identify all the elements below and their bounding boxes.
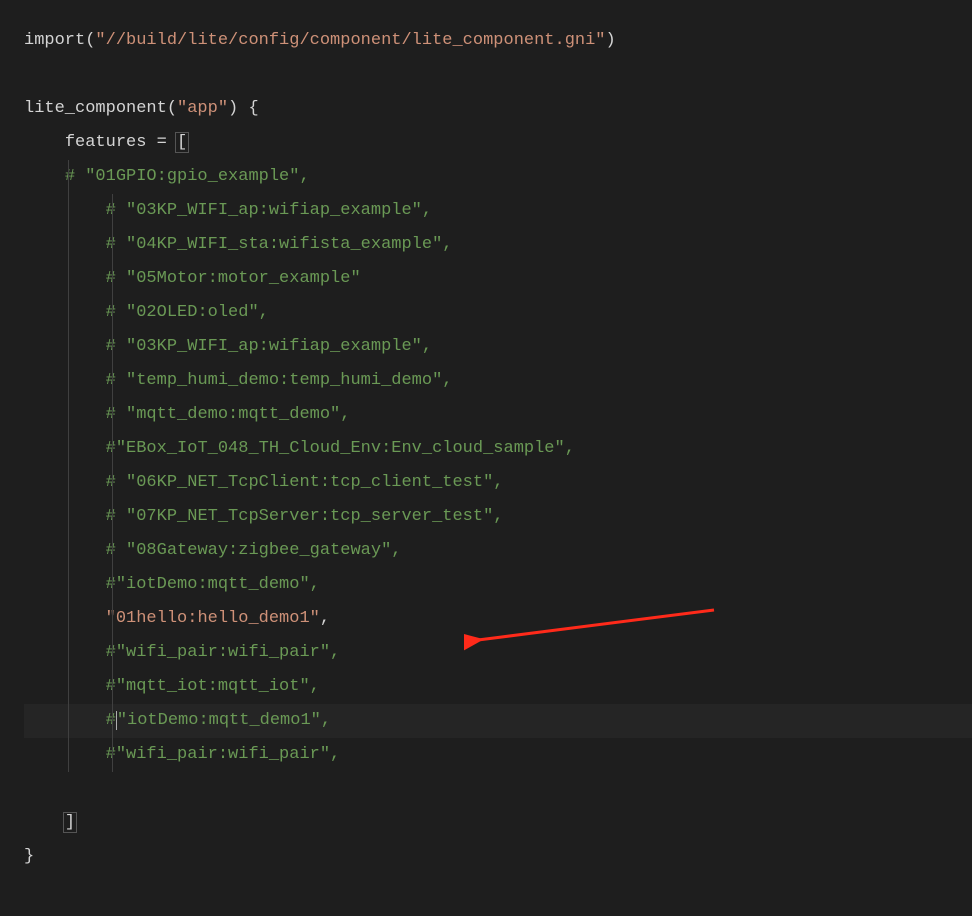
func-name: lite_component xyxy=(24,99,167,118)
code-line: # "07KP_NET_TcpServer:tcp_server_test", xyxy=(24,500,972,534)
code-line: import("//build/lite/config/component/li… xyxy=(24,24,972,58)
code-line: features = [ xyxy=(24,126,972,160)
comment-feature: # "01GPIO:gpio_example", xyxy=(65,167,310,186)
comment-feature: # "03KP_WIFI_ap:wifiap_example", xyxy=(106,337,432,356)
comment-feature: # "mqtt_demo:mqtt_demo", xyxy=(106,405,351,424)
open-bracket: [ xyxy=(175,132,189,153)
code-line: ] xyxy=(24,806,972,840)
code-line: # "03KP_WIFI_ap:wifiap_example", xyxy=(24,194,972,228)
comment-feature: #"iotDemo:mqtt_demo", xyxy=(106,575,320,594)
import-keyword: import xyxy=(24,31,85,50)
code-line-blank xyxy=(24,772,972,806)
code-line: # "05Motor:motor_example" xyxy=(24,262,972,296)
code-line: # "06KP_NET_TcpClient:tcp_client_test", xyxy=(24,466,972,500)
close-brace: } xyxy=(24,847,34,866)
comment-feature: # "temp_humi_demo:temp_humi_demo", xyxy=(106,371,453,390)
code-line: #"wifi_pair:wifi_pair", xyxy=(24,636,972,670)
code-line: } xyxy=(24,840,972,874)
code-line-blank xyxy=(24,58,972,92)
comment-feature: # "05Motor:motor_example" xyxy=(106,269,361,288)
code-line: "01hello:hello_demo1", xyxy=(24,602,972,636)
code-line: # "03KP_WIFI_ap:wifiap_example", xyxy=(24,330,972,364)
code-line: #"mqtt_iot:mqtt_iot", xyxy=(24,670,972,704)
comment-feature: # "07KP_NET_TcpServer:tcp_server_test", xyxy=(106,507,504,526)
code-line: # "mqtt_demo:mqtt_demo", xyxy=(24,398,972,432)
comment-feature: # "06KP_NET_TcpClient:tcp_client_test", xyxy=(106,473,504,492)
code-line: # "02OLED:oled", xyxy=(24,296,972,330)
comment-feature: #"mqtt_iot:mqtt_iot", xyxy=(106,677,320,696)
comment-feature: # "04KP_WIFI_sta:wifista_example", xyxy=(106,235,453,254)
features-key: features xyxy=(65,133,147,152)
import-path: "//build/lite/config/component/lite_comp… xyxy=(95,31,605,50)
code-line: # "04KP_WIFI_sta:wifista_example", xyxy=(24,228,972,262)
comment-feature: # "02OLED:oled", xyxy=(106,303,269,322)
paren-open: ( xyxy=(85,31,95,50)
code-line: #"EBox_IoT_048_TH_Cloud_Env:Env_cloud_sa… xyxy=(24,432,972,466)
comment-feature: #"wifi_pair:wifi_pair", xyxy=(106,643,341,662)
paren-close: ) xyxy=(606,31,616,50)
code-line: lite_component("app") { xyxy=(24,92,972,126)
comment-feature: #"EBox_IoT_048_TH_Cloud_Env:Env_cloud_sa… xyxy=(106,439,575,458)
comment-feature: #"wifi_pair:wifi_pair", xyxy=(106,745,341,764)
comment-feature: # "03KP_WIFI_ap:wifiap_example", xyxy=(106,201,432,220)
active-feature: "01hello:hello_demo1" xyxy=(106,609,320,628)
code-line: # "temp_humi_demo:temp_humi_demo", xyxy=(24,364,972,398)
code-line: #"iotDemo:mqtt_demo1", xyxy=(24,704,972,738)
code-line: # "08Gateway:zigbee_gateway", xyxy=(24,534,972,568)
comment-feature: # xyxy=(106,711,116,730)
code-line: #"wifi_pair:wifi_pair", xyxy=(24,738,972,772)
code-line: # "01GPIO:gpio_example", xyxy=(24,160,972,194)
close-bracket: ] xyxy=(63,812,77,833)
comment-feature: # "08Gateway:zigbee_gateway", xyxy=(106,541,402,560)
code-editor[interactable]: import("//build/lite/config/component/li… xyxy=(24,24,972,874)
code-line: #"iotDemo:mqtt_demo", xyxy=(24,568,972,602)
func-arg: "app" xyxy=(177,99,228,118)
